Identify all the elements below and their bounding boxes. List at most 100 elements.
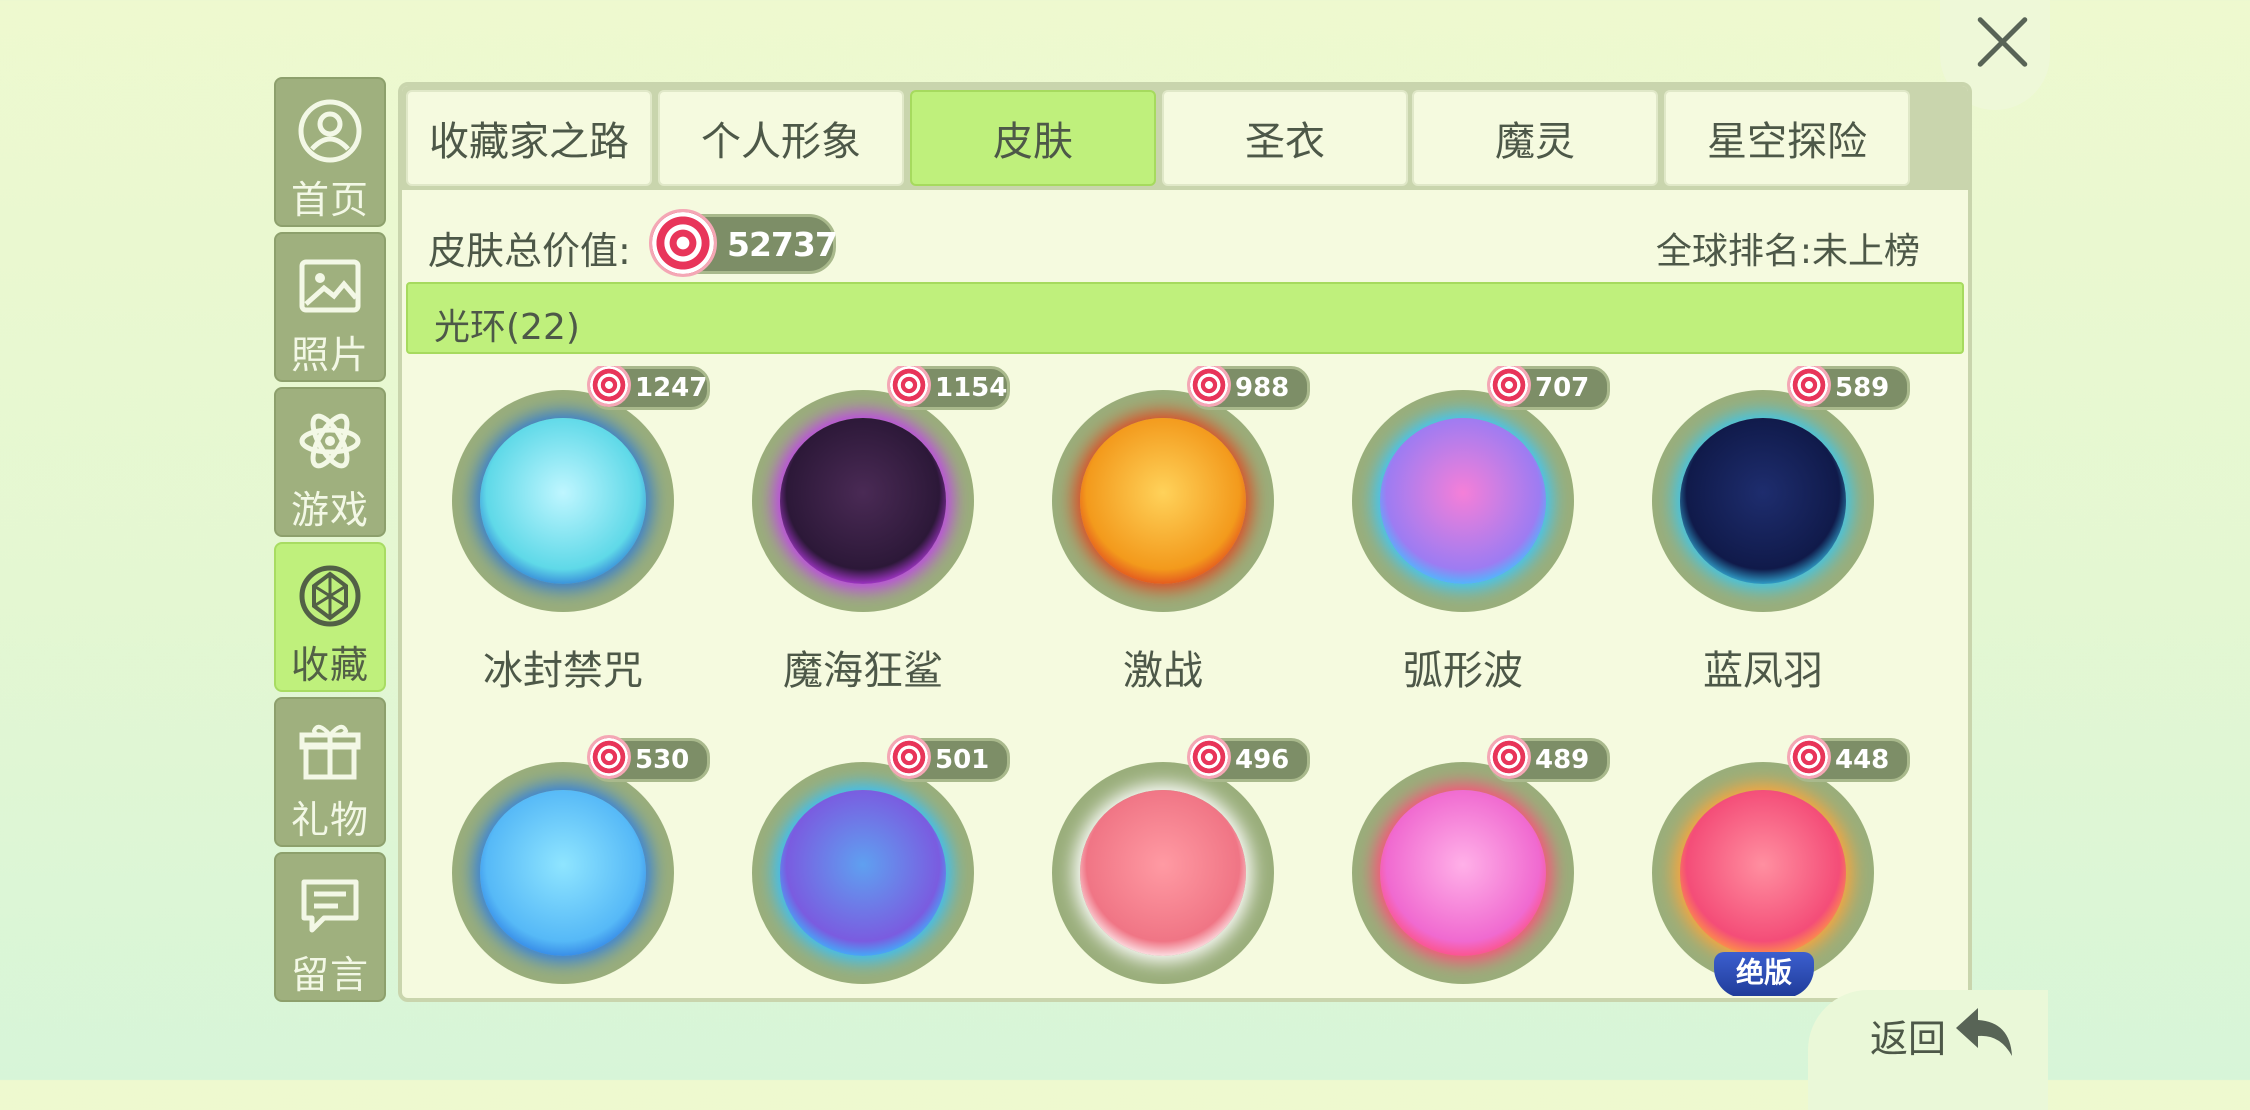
aura-preview	[1080, 790, 1246, 956]
item-card[interactable]: 589 蓝凤羽	[1606, 366, 1910, 726]
sidebar-item-label: 游戏	[290, 488, 369, 532]
price-value: 1154	[935, 373, 1008, 403]
sidebar-item-games[interactable]: 游戏	[274, 387, 386, 537]
item-card[interactable]: 1247 冰封禁咒	[406, 366, 710, 726]
total-value: 52737	[727, 225, 838, 264]
total-value-label: 皮肤总价值:	[428, 229, 631, 273]
aura-preview	[1380, 418, 1546, 584]
price-badge: 448	[1787, 735, 1910, 782]
candy-coin-icon	[1787, 735, 1831, 779]
item-disc	[752, 390, 974, 612]
candy-coin-icon	[1787, 366, 1831, 407]
sidebar-item-label: 照片	[290, 333, 369, 377]
price-value: 496	[1235, 745, 1290, 775]
price-badge: 501	[887, 735, 1010, 782]
item-card[interactable]: 501	[706, 735, 1010, 996]
tab-collector-road[interactable]: 收藏家之路	[406, 90, 652, 186]
item-name: 蓝凤羽	[1703, 648, 1823, 694]
aura-preview	[1680, 418, 1846, 584]
tab-personal-image[interactable]: 个人形象	[658, 90, 904, 186]
item-card[interactable]: 489	[1306, 735, 1610, 996]
sidebar-item-collection[interactable]: 收藏	[274, 542, 386, 692]
aura-preview	[780, 790, 946, 956]
sidebar-item-gifts[interactable]: 礼物	[274, 697, 386, 847]
candy-coin-icon	[1187, 735, 1231, 779]
sidebar-item-label: 首页	[290, 178, 369, 222]
price-badge: 496	[1187, 735, 1310, 782]
item-card[interactable]: 988 激战	[1006, 366, 1310, 726]
item-disc	[1352, 390, 1574, 612]
close-icon[interactable]	[1972, 12, 2032, 72]
candy-coin-icon	[1487, 735, 1531, 779]
tab-star-adventure[interactable]: 星空探险	[1664, 90, 1910, 186]
price-value: 530	[635, 745, 690, 775]
aura-preview	[480, 418, 646, 584]
item-disc	[1052, 390, 1274, 612]
sidebar-item-label: 礼物	[290, 798, 369, 842]
back-arrow-icon[interactable]	[1950, 1000, 2020, 1060]
aura-preview	[780, 418, 946, 584]
tab-bar: 收藏家之路 个人形象 皮肤 圣衣 魔灵 星空探险	[402, 86, 1968, 190]
sidebar-item-messages[interactable]: 留言	[274, 852, 386, 1002]
price-badge: 530	[587, 735, 710, 782]
price-badge: 1247	[587, 366, 710, 410]
atom-icon	[299, 413, 361, 469]
aura-preview	[480, 790, 646, 956]
section-title: 光环(22)	[434, 307, 580, 348]
price-badge: 489	[1487, 735, 1610, 782]
limited-edition-badge: 绝版	[1714, 952, 1814, 996]
gift-icon	[299, 724, 361, 780]
item-name: 魔海狂鲨	[783, 648, 943, 694]
back-button[interactable]: 返回	[1870, 1008, 1946, 1063]
total-value-badge: 52737	[649, 209, 838, 277]
aura-preview	[1380, 790, 1546, 956]
candy-coin-icon	[587, 735, 631, 779]
sidebar-item-home[interactable]: 首页	[274, 77, 386, 227]
item-disc	[452, 390, 674, 612]
tab-holy-armor[interactable]: 圣衣	[1162, 90, 1408, 186]
global-rank-value: 未上榜	[1811, 231, 1920, 272]
aura-preview	[1680, 790, 1846, 956]
message-icon	[301, 879, 359, 933]
item-grid: 1247 冰封禁咒 1154 魔海狂鲨 988 激战 707 弧形波 589 蓝…	[402, 366, 1968, 996]
sidebar-item-label: 留言	[290, 953, 369, 997]
aura-preview	[1080, 418, 1246, 584]
section-header[interactable]: 光环(22)	[406, 282, 1964, 354]
candy-coin-icon	[1187, 366, 1231, 407]
price-value: 988	[1235, 373, 1290, 403]
item-card[interactable]: 707 弧形波	[1306, 366, 1610, 726]
image-icon	[299, 259, 361, 313]
tab-spirits[interactable]: 魔灵	[1412, 90, 1658, 186]
item-disc	[1052, 762, 1274, 984]
item-name: 冰封禁咒	[483, 648, 643, 694]
candy-coin-icon	[649, 209, 717, 277]
item-disc	[752, 762, 974, 984]
candy-coin-icon	[887, 366, 931, 407]
price-value: 707	[1535, 373, 1590, 403]
price-value: 448	[1835, 745, 1890, 775]
tab-skins[interactable]: 皮肤	[910, 90, 1156, 186]
candy-coin-icon	[587, 366, 631, 407]
summary-row: 皮肤总价值: 52737 全球排名:未上榜	[428, 204, 1948, 284]
collection-panel: 收藏家之路 个人形象 皮肤 圣衣 魔灵 星空探险 皮肤总价值: 52737 全球…	[398, 82, 1972, 1002]
item-card[interactable]: 496	[1006, 735, 1310, 996]
item-disc	[1652, 390, 1874, 612]
sidebar-item-label: 收藏	[290, 643, 369, 687]
global-rank-label: 全球排名:	[1655, 231, 1812, 272]
item-card[interactable]: 448 绝版	[1606, 735, 1910, 996]
item-name: 弧形波	[1403, 648, 1523, 694]
item-disc	[1352, 762, 1574, 984]
user-icon	[298, 99, 362, 163]
price-badge: 589	[1787, 366, 1910, 410]
sidebar-item-photos[interactable]: 照片	[274, 232, 386, 382]
price-badge: 988	[1187, 366, 1310, 410]
global-rank: 全球排名:未上榜	[1656, 222, 1920, 274]
gem-icon	[299, 565, 361, 627]
item-card[interactable]: 530	[406, 735, 710, 996]
price-badge: 1154	[887, 366, 1010, 410]
item-card[interactable]: 1154 魔海狂鲨	[706, 366, 1010, 726]
price-value: 489	[1535, 745, 1590, 775]
price-badge: 707	[1487, 366, 1610, 410]
price-value: 501	[935, 745, 990, 775]
candy-coin-icon	[887, 735, 931, 779]
